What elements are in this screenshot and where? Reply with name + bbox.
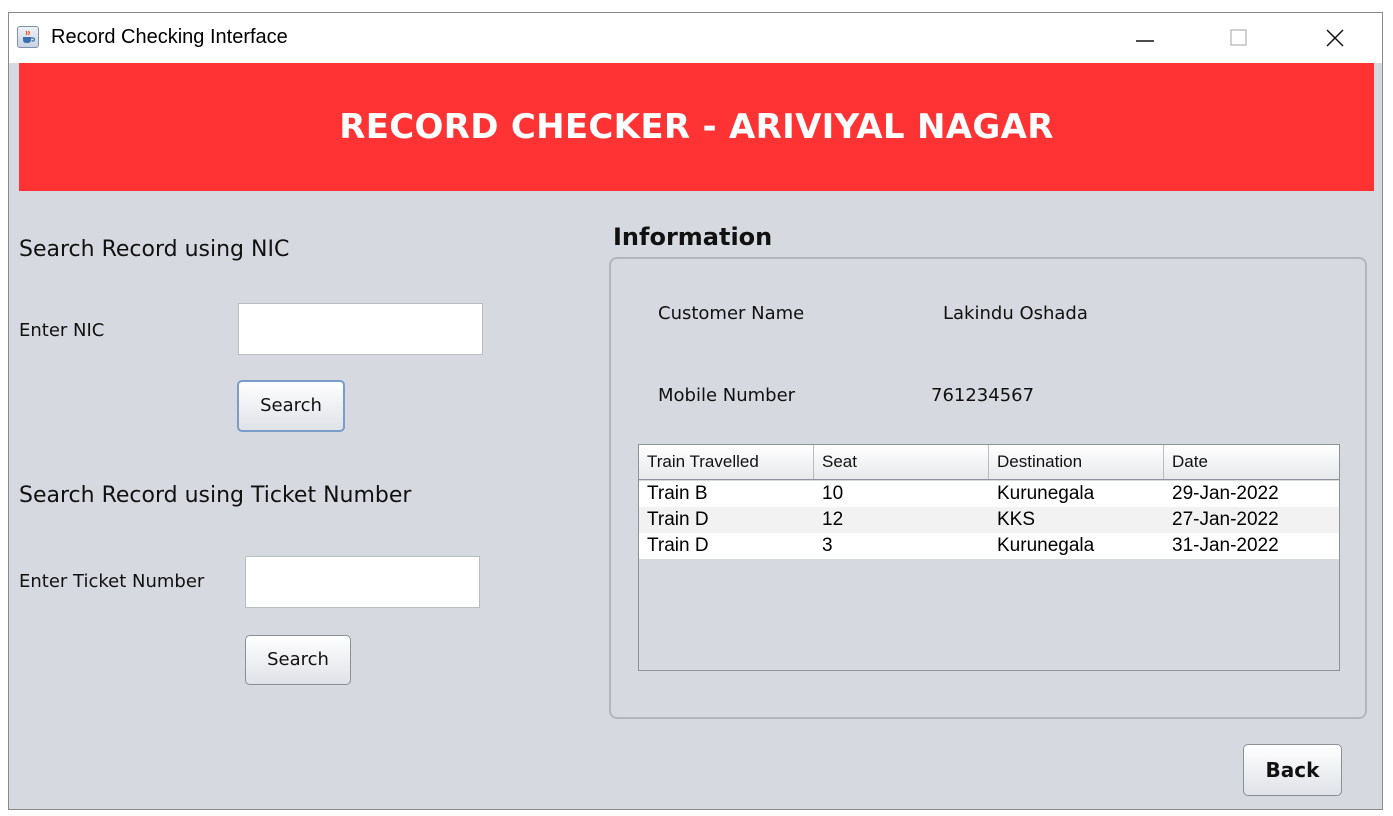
column-header-date[interactable]: Date <box>1164 445 1339 479</box>
column-header-destination[interactable]: Destination <box>989 445 1164 479</box>
cell-train: Train D <box>647 509 709 530</box>
header-banner: RECORD CHECKER - ARIVIYAL NAGAR <box>19 63 1374 191</box>
cell-seat: 12 <box>822 509 844 530</box>
cell-destination: Kurunegala <box>997 483 1095 504</box>
table-row[interactable]: Train D 12 KKS 27-Jan-2022 <box>639 507 1339 533</box>
minimize-icon <box>1136 40 1154 42</box>
table-header: Train Travelled Seat Destination Date <box>639 445 1339 480</box>
maximize-icon <box>1230 29 1247 46</box>
cell-seat: 10 <box>822 483 844 504</box>
mobile-number-label: Mobile Number <box>658 385 796 406</box>
customer-name-label: Customer Name <box>658 303 805 324</box>
window-title: Record Checking Interface <box>51 26 288 48</box>
customer-name-value: Lakindu Oshada <box>943 303 1088 324</box>
nic-search-heading: Search Record using NIC <box>19 237 290 262</box>
table-row[interactable]: Train D 3 Kurunegala 31-Jan-2022 <box>639 533 1339 559</box>
nic-input[interactable] <box>238 303 483 355</box>
cell-date: 27-Jan-2022 <box>1172 509 1279 530</box>
ticket-search-heading: Search Record using Ticket Number <box>19 483 412 508</box>
cell-destination: Kurunegala <box>997 535 1095 556</box>
back-button[interactable]: Back <box>1243 744 1342 796</box>
nic-label: Enter NIC <box>19 320 105 341</box>
close-icon <box>1326 29 1344 47</box>
mobile-number-value: 761234567 <box>931 385 1035 406</box>
cell-destination: KKS <box>997 509 1036 530</box>
travel-records-table[interactable]: Train Travelled Seat Destination Date Tr… <box>638 444 1340 671</box>
ticket-number-input[interactable] <box>245 556 480 608</box>
title-bar[interactable]: Record Checking Interface <box>9 13 1382 63</box>
cell-train: Train D <box>647 535 709 556</box>
cell-train: Train B <box>647 483 708 504</box>
maximize-button[interactable] <box>1209 13 1269 63</box>
cell-seat: 3 <box>822 535 833 556</box>
table-row[interactable]: Train B 10 Kurunegala 29-Jan-2022 <box>639 481 1339 507</box>
cell-date: 31-Jan-2022 <box>1172 535 1279 556</box>
ticket-search-button[interactable]: Search <box>245 635 351 685</box>
minimize-button[interactable] <box>1115 13 1175 63</box>
column-header-seat[interactable]: Seat <box>814 445 989 479</box>
java-coffee-cup-icon <box>17 26 39 48</box>
banner-title: RECORD CHECKER - ARIVIYAL NAGAR <box>339 107 1054 147</box>
ticket-number-label: Enter Ticket Number <box>19 571 205 592</box>
information-heading: Information <box>613 223 773 251</box>
nic-search-button[interactable]: Search <box>237 380 345 432</box>
close-button[interactable] <box>1305 13 1365 63</box>
column-header-train[interactable]: Train Travelled <box>639 445 814 479</box>
app-window: Record Checking Interface RECORD CHECKER… <box>8 12 1383 810</box>
cell-date: 29-Jan-2022 <box>1172 483 1279 504</box>
table-body: Train B 10 Kurunegala 29-Jan-2022 Train … <box>639 481 1339 559</box>
